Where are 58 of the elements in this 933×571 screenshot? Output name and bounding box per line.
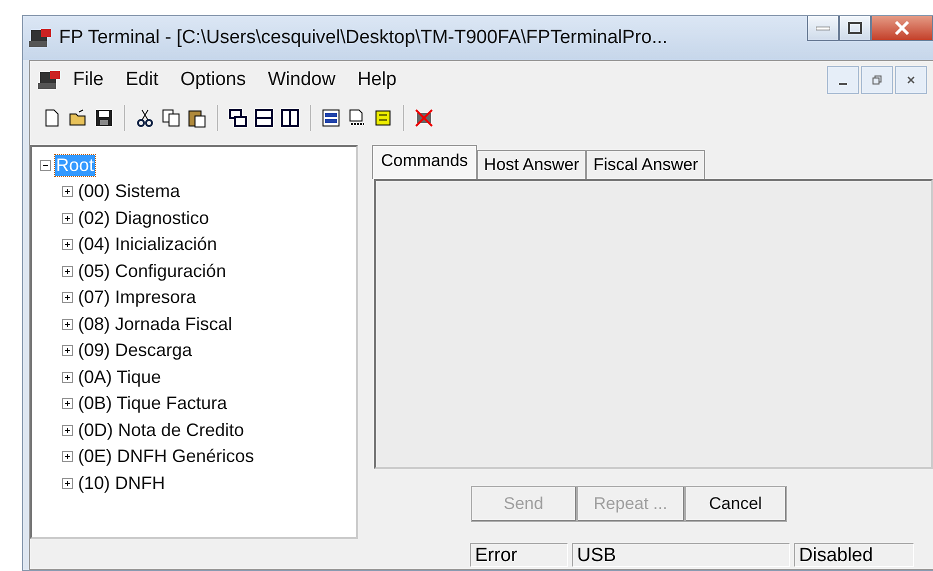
tile-horizontal-icon[interactable] bbox=[254, 108, 274, 128]
collapse-icon[interactable] bbox=[40, 160, 51, 171]
tree-item[interactable]: (02) Diagnostico bbox=[77, 208, 210, 229]
expand-icon[interactable] bbox=[62, 212, 73, 224]
expand-icon[interactable] bbox=[62, 239, 73, 250]
tree-item[interactable]: (0E) DNFH Genéricos bbox=[77, 446, 256, 468]
restore-icon bbox=[872, 75, 882, 85]
expand-icon[interactable] bbox=[62, 318, 73, 330]
minimize-icon bbox=[839, 83, 847, 85]
status-field: Error bbox=[470, 543, 568, 567]
tree-item[interactable]: (05) Configuración bbox=[77, 260, 228, 282]
tree-item[interactable]: (04) Inicialización bbox=[77, 234, 218, 256]
expand-icon[interactable] bbox=[62, 478, 73, 489]
tab[interactable]: Fiscal Answer bbox=[586, 150, 706, 179]
close-button[interactable] bbox=[871, 16, 933, 41]
cascade-icon[interactable] bbox=[228, 108, 248, 128]
tree-item[interactable]: (0B) Tique Factura bbox=[77, 393, 228, 414]
status-field: USB bbox=[572, 543, 790, 567]
cut-icon[interactable] bbox=[135, 108, 155, 128]
tree-item[interactable]: (08) Jornada Fiscal bbox=[77, 314, 234, 335]
expand-icon[interactable] bbox=[62, 372, 73, 383]
tree-item[interactable]: (09) Descarga bbox=[77, 340, 194, 362]
save-icon[interactable] bbox=[94, 108, 114, 128]
expand-icon[interactable] bbox=[62, 292, 73, 304]
expand-icon[interactable] bbox=[62, 266, 73, 277]
expand-icon[interactable] bbox=[62, 451, 73, 462]
tree-item[interactable]: (07) Impresora bbox=[77, 287, 198, 308]
document-data-icon[interactable] bbox=[347, 108, 367, 128]
menu-item[interactable]: File bbox=[62, 69, 115, 91]
open-folder-icon[interactable] bbox=[68, 108, 88, 128]
dialog-button[interactable]: Cancel bbox=[684, 486, 786, 522]
expand-icon[interactable] bbox=[62, 398, 73, 410]
tree-item[interactable]: (00) Sistema bbox=[77, 181, 182, 202]
disconnected-icon[interactable] bbox=[414, 108, 434, 128]
menu-item[interactable]: Window bbox=[256, 69, 346, 91]
menu-item[interactable]: Help bbox=[346, 69, 408, 91]
tab[interactable]: Host Answer bbox=[476, 150, 586, 179]
paste-icon[interactable] bbox=[187, 108, 207, 128]
minimize-icon bbox=[816, 25, 830, 31]
copy-icon[interactable] bbox=[161, 108, 181, 128]
window-title: FP Terminal - [C:\Users\cesquivel\Desktop\TM-T900FA\FPTerminalPro... bbox=[59, 27, 668, 49]
tree-item[interactable]: (0D) Nota de Credito bbox=[77, 420, 246, 441]
restore-button[interactable] bbox=[861, 66, 893, 94]
tree-item[interactable]: (10) DNFH bbox=[77, 472, 166, 494]
minimize-button[interactable] bbox=[807, 16, 839, 41]
maximize-icon bbox=[848, 22, 862, 34]
tile-vertical-icon[interactable] bbox=[280, 108, 300, 128]
close-icon bbox=[894, 21, 910, 35]
maximize-button[interactable] bbox=[839, 16, 871, 41]
tree-item[interactable]: (0A) Tique bbox=[77, 366, 162, 388]
menu-item[interactable]: Edit bbox=[114, 69, 170, 91]
expand-icon[interactable] bbox=[62, 186, 73, 198]
close-icon bbox=[906, 75, 916, 85]
expand-icon[interactable] bbox=[62, 424, 73, 436]
status-field: Disabled bbox=[794, 543, 914, 567]
tab[interactable]: Commands bbox=[372, 145, 477, 179]
expand-icon[interactable] bbox=[62, 345, 73, 356]
menu-item[interactable]: Options bbox=[169, 69, 257, 91]
